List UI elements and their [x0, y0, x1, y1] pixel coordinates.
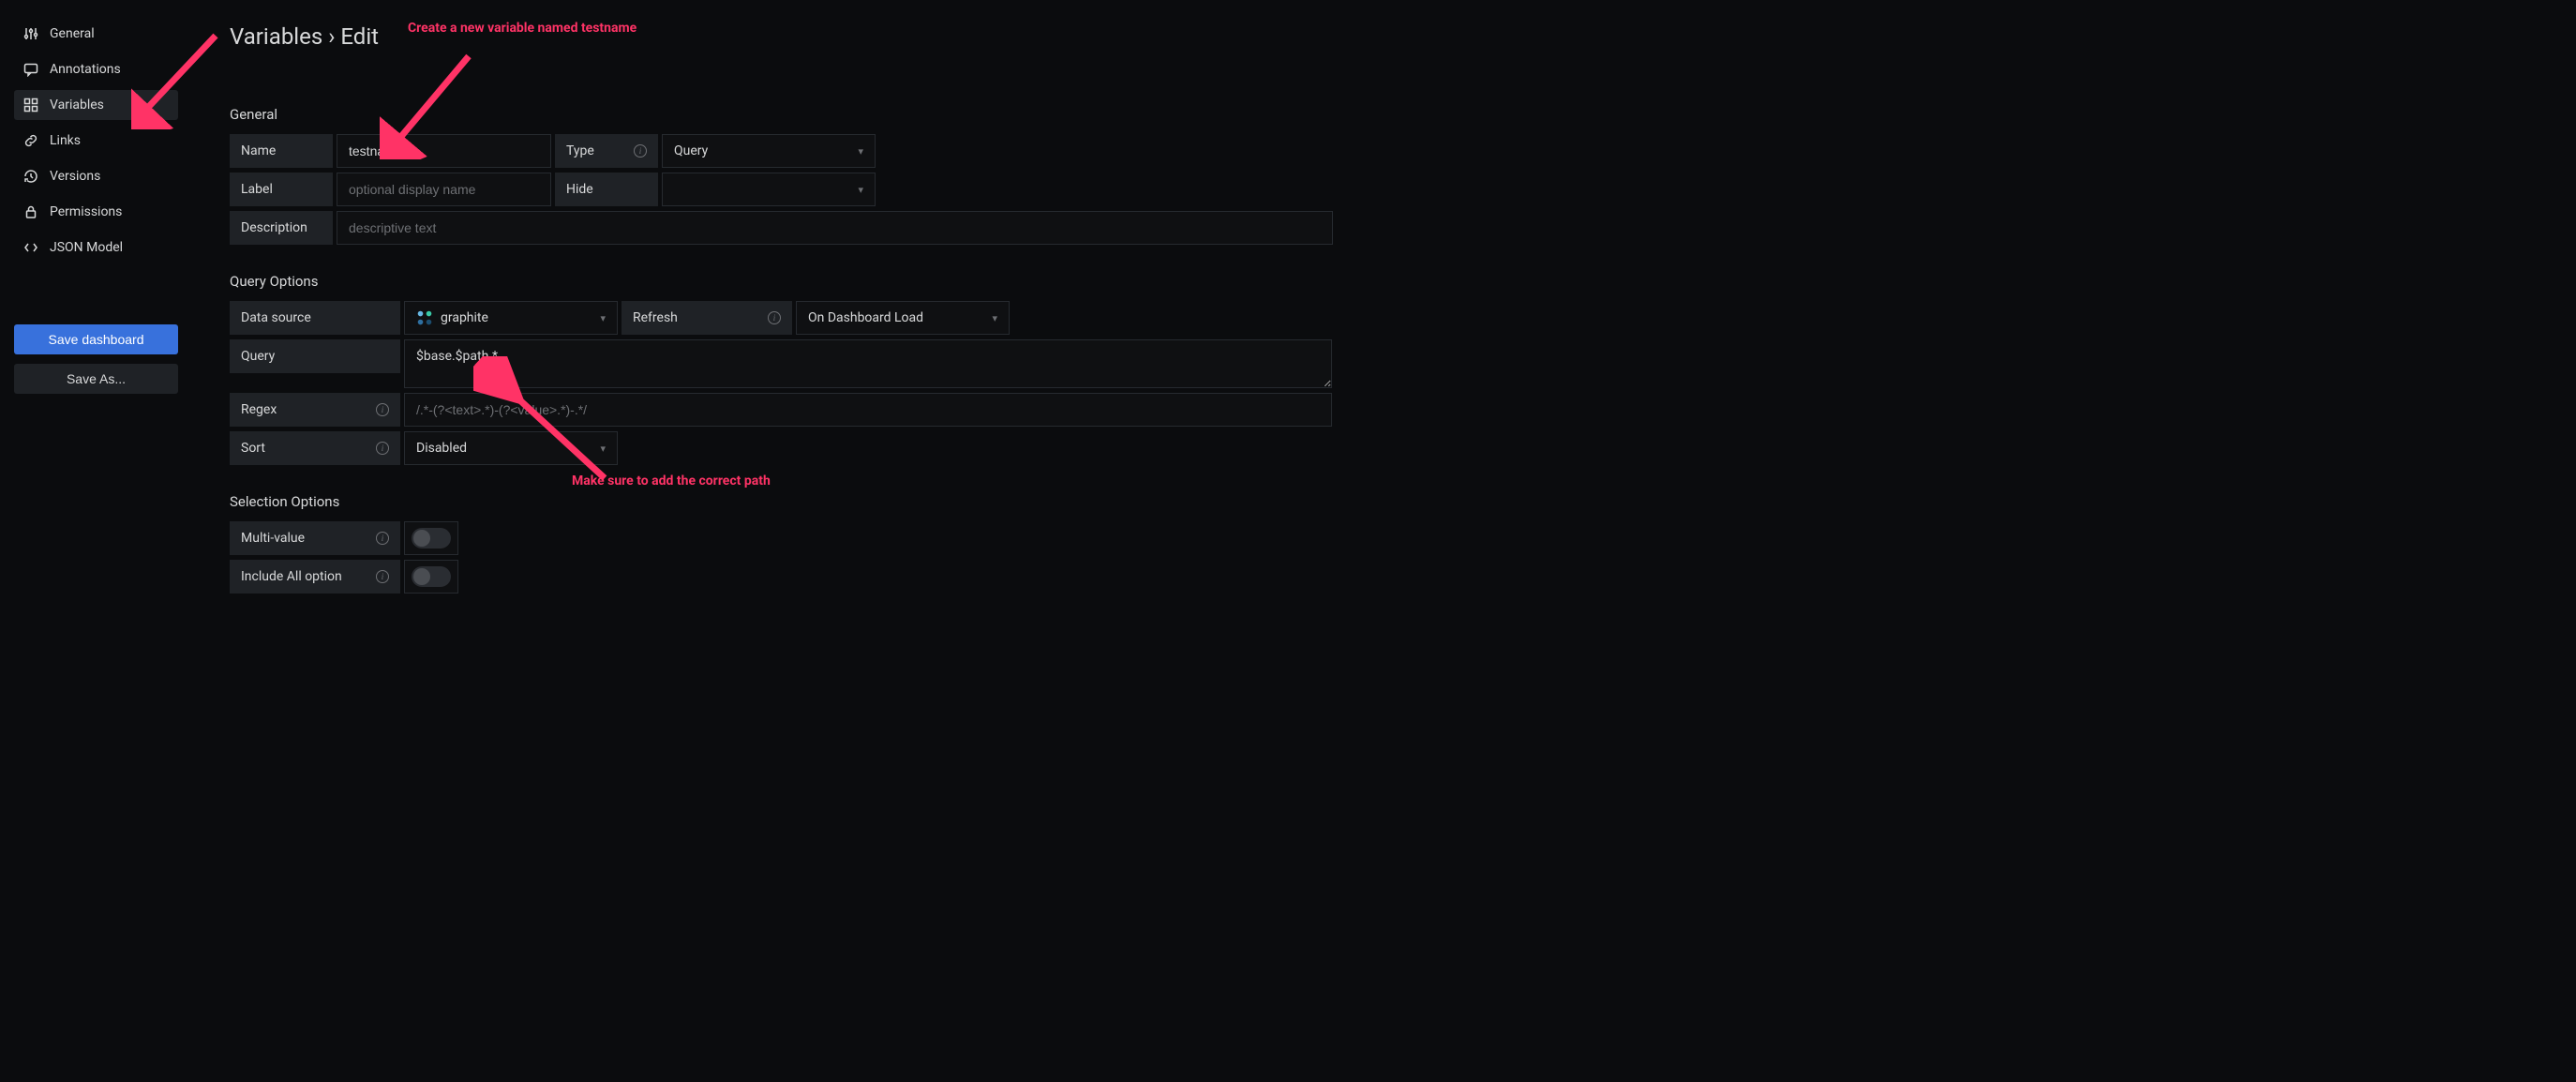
chevron-down-icon: ▾ — [858, 184, 863, 196]
multi-value-toggle-wrap — [404, 521, 458, 555]
type-select[interactable]: Query ▾ — [662, 134, 876, 168]
refresh-select[interactable]: On Dashboard Load ▾ — [796, 301, 1010, 335]
settings-sidebar: General Annotations Variables Links Vers… — [0, 0, 192, 1082]
include-all-label: Include All option i — [230, 560, 400, 594]
sidebar-label: Permissions — [50, 204, 122, 219]
sidebar-item-versions[interactable]: Versions — [14, 161, 178, 191]
save-dashboard-button[interactable]: Save dashboard — [14, 324, 178, 354]
query-options-heading: Query Options — [230, 273, 2539, 290]
query-options-section: Query Options Data source graphite ▾ Ref… — [230, 273, 2539, 465]
query-label: Query — [230, 339, 400, 373]
sidebar-item-links[interactable]: Links — [14, 126, 178, 156]
data-source-label: Data source — [230, 301, 400, 335]
refresh-label: Refresh i — [622, 301, 792, 335]
type-label: Type i — [555, 134, 658, 168]
save-as-button[interactable]: Save As... — [14, 364, 178, 394]
info-icon[interactable]: i — [376, 442, 389, 455]
sidebar-buttons: Save dashboard Save As... — [14, 324, 178, 394]
chevron-down-icon: ▾ — [600, 443, 606, 455]
sidebar-label: JSON Model — [50, 240, 123, 255]
comment-icon — [23, 62, 38, 77]
name-label: Name — [230, 134, 333, 168]
query-input[interactable] — [404, 339, 1332, 388]
include-all-toggle[interactable] — [412, 566, 451, 587]
data-source-select[interactable]: graphite ▾ — [404, 301, 618, 335]
code-icon — [23, 240, 38, 255]
regex-input[interactable] — [404, 393, 1332, 427]
sidebar-label: Versions — [50, 169, 100, 184]
general-heading: General — [230, 106, 2539, 123]
history-icon — [23, 169, 38, 184]
selection-options-section: Selection Options Multi-value i Include … — [230, 493, 2539, 594]
sidebar-item-general[interactable]: General — [14, 19, 178, 49]
hide-label: Hide — [555, 173, 658, 206]
sidebar-item-json-model[interactable]: JSON Model — [14, 233, 178, 263]
sidebar-label: General — [50, 26, 95, 41]
sidebar-item-annotations[interactable]: Annotations — [14, 54, 178, 84]
main-content: Variables › Edit General Name Type i Que… — [192, 0, 2576, 1082]
multi-value-label: Multi-value i — [230, 521, 400, 555]
sidebar-item-permissions[interactable]: Permissions — [14, 197, 178, 227]
multi-value-toggle[interactable] — [412, 528, 451, 549]
regex-label: Regex i — [230, 393, 400, 427]
graphite-icon — [416, 309, 433, 326]
info-icon[interactable]: i — [768, 311, 781, 324]
info-icon[interactable]: i — [376, 532, 389, 545]
lock-icon — [23, 204, 38, 219]
general-section: General Name Type i Query ▾ Label Hide ▾… — [230, 106, 2539, 245]
include-all-toggle-wrap — [404, 560, 458, 594]
sort-select[interactable]: Disabled ▾ — [404, 431, 618, 465]
sort-label: Sort i — [230, 431, 400, 465]
sidebar-label: Annotations — [50, 62, 121, 77]
dashboard-icon — [23, 98, 38, 113]
sidebar-label: Variables — [50, 98, 104, 113]
hide-select[interactable]: ▾ — [662, 173, 876, 206]
sliders-icon — [23, 26, 38, 41]
description-label: Description — [230, 211, 333, 245]
sidebar-label: Links — [50, 133, 81, 148]
annotation-correct-path: Make sure to add the correct path — [572, 473, 771, 488]
info-icon[interactable]: i — [376, 403, 389, 416]
description-input[interactable] — [337, 211, 1333, 245]
page-title: Variables › Edit — [230, 23, 2539, 50]
sidebar-item-variables[interactable]: Variables — [14, 90, 178, 120]
info-icon[interactable]: i — [376, 570, 389, 583]
chevron-down-icon: ▾ — [992, 312, 997, 324]
label-label: Label — [230, 173, 333, 206]
chevron-down-icon: ▾ — [858, 145, 863, 158]
info-icon[interactable]: i — [634, 144, 647, 158]
label-input[interactable] — [337, 173, 551, 206]
chevron-down-icon: ▾ — [600, 312, 606, 324]
link-icon — [23, 133, 38, 148]
name-input[interactable] — [337, 134, 551, 168]
selection-options-heading: Selection Options — [230, 493, 2539, 510]
